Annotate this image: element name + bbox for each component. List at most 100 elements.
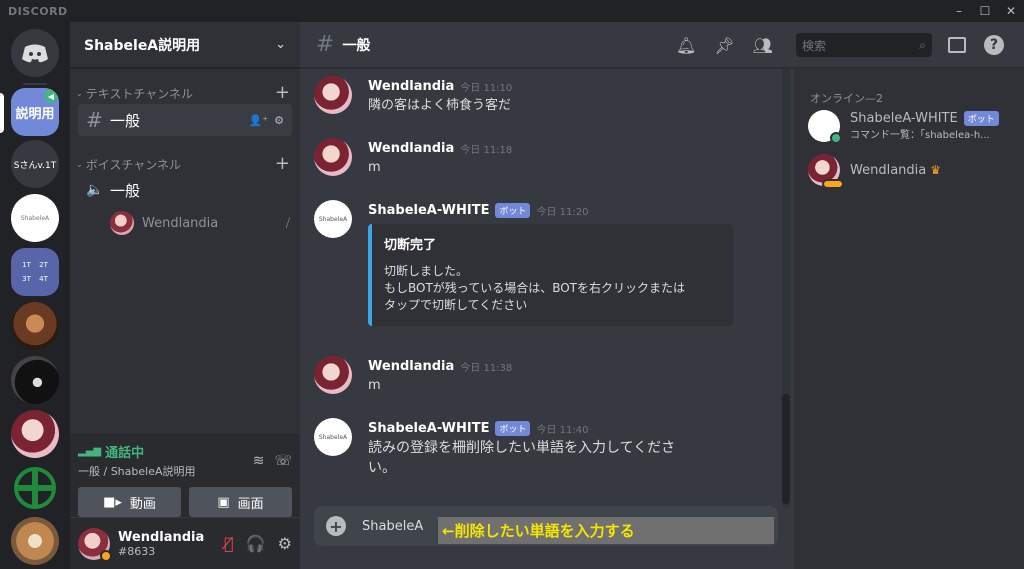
scrollbar[interactable] [782,68,790,508]
bell-icon[interactable]: 🔔︎ [676,36,696,55]
signal-icon: ▂▄▆ [78,446,102,457]
member-name: ShabeleA-WHITE [850,111,958,126]
message-author[interactable]: Wendlandia [368,141,454,156]
embed-title: 切断完了 [384,238,437,253]
server-lion[interactable] [11,302,59,350]
avatar[interactable] [314,356,352,394]
category-voice[interactable]: ⌄ ボイスチャンネル + [70,154,300,174]
help-icon[interactable]: ? [984,35,1004,55]
disconnect-icon[interactable]: ☏ [274,453,292,469]
add-channel-icon[interactable]: + [275,84,290,102]
category-text[interactable]: ⌄ テキストチャンネル + [70,83,300,103]
server-list: 説明用 ◀ Sさんv.1T ShabeleA 1T 2T 3T 4T [0,22,70,569]
scrollbar-thumb[interactable] [782,394,790,504]
avatar [110,211,134,235]
minimize-icon[interactable]: – [946,0,972,22]
embed: 切断完了 切断しました。 もしBOTが残っている場合は、BOTを右クリックまたは… [368,224,733,326]
voice-location: 一般 / ShabeleA説明用 [78,465,196,478]
gear-icon[interactable]: ⚙ [278,534,292,553]
avatar[interactable]: ShabeleA [314,200,352,238]
member-list: オンライン—2 ShabeleA-WHITE ボット コマンド一覧：「shabe… [794,68,1024,569]
message-input-value[interactable]: ShabeleA [362,519,423,534]
message-time: 今日 11:10 [460,82,513,94]
message[interactable]: Wendlandia 今日 11:18 m [314,138,764,182]
server-name: ShabeleA説明用 [84,37,201,54]
member-item[interactable]: ShabeleA-WHITE ボット コマンド一覧：「shabelea-h... [808,106,1018,146]
hash-icon: # [316,32,335,57]
embed-description: 切断しました。 もしBOTが残っている場合は、BOTを右クリックまたは タップで… [384,264,685,312]
message[interactable]: Wendlandia 今日 11:10 隣の客はよく柿食う客だ [314,76,764,120]
voice-user[interactable]: Wendlandia ⧸ [110,209,300,237]
avatar [808,154,844,189]
close-icon[interactable]: ✕ [998,0,1024,22]
inbox-icon[interactable] [948,37,966,53]
invite-icon[interactable]: 👤⁺ [249,114,269,127]
header-icons-right: ? [948,22,1004,68]
mic-muted-icon[interactable]: 🎙̸ [224,534,234,553]
members-icon[interactable]: 👥︎ [753,36,773,55]
server-separator [23,83,47,85]
voice-status-label: 通話中 [105,446,145,461]
channel-text-general[interactable]: # 一般 👤⁺ ⚙ [78,104,292,136]
avatar[interactable] [78,527,112,562]
pin-icon[interactable]: 📌︎ [714,36,734,55]
member-status: コマンド一覧：「shabelea-h... [850,130,990,141]
gear-icon[interactable]: ⚙ [274,114,284,127]
channel-title: 一般 [342,37,371,54]
server-green[interactable] [11,464,59,512]
message-time: 今日 11:40 [536,424,589,436]
headphones-icon[interactable]: 🎧 [246,534,266,553]
server-header[interactable]: ShabeleA説明用 ⌄ [70,22,300,68]
message[interactable]: Wendlandia 今日 11:38 m [314,356,764,400]
server-s-san[interactable]: Sさんv.1T [11,140,59,188]
online-status-icon [830,132,842,144]
message[interactable]: ShabeleA ShabeleA-WHITE ボット 今日 11:20 切断完了 … [314,200,764,340]
hash-icon: # [86,108,103,132]
message-time: 今日 11:38 [460,362,513,374]
camera-icon: ■▸ [103,494,122,510]
voice-user-name: Wendlandia [142,215,219,231]
chat-area: # 一般 Wendlandia 今日 11:10 隣の客はよく柿食う客だ Wend… [300,22,794,569]
avatar[interactable]: ShabeleA [314,418,352,456]
server-shabelea[interactable]: 説明用 ◀ [11,88,59,136]
server-shabelea-white[interactable]: ShabeleA [11,194,59,242]
avatar [808,110,842,144]
activity-icon [822,179,844,189]
screen-share-button[interactable]: ▣ 画面 [189,487,292,517]
user-name: Wendlandia [118,529,205,545]
channel-voice-general[interactable]: 🔈 一般 [78,174,292,206]
header-icons: 🔔︎ 📌︎ 👥︎ [676,22,773,68]
channel-sidebar: ShabeleA説明用 ⌄ ⌄ テキストチャンネル + # 一般 👤⁺ ⚙ ⌄ ボイ… [70,22,300,569]
member-item[interactable]: Wendlandia ♛ [808,150,1018,190]
crown-icon: ♛ [930,163,941,177]
server-wendlandia[interactable] [11,410,59,458]
message-author[interactable]: ShabeleA-WHITE [368,421,489,436]
voice-status[interactable]: ▂▄▆ 通話中 [78,442,196,461]
noise-suppression-icon[interactable]: ≋ [253,453,265,469]
screen-icon: ▣ [217,494,230,510]
avatar[interactable] [314,138,352,176]
server-dog[interactable] [11,517,59,565]
message-author[interactable]: ShabeleA-WHITE [368,203,489,218]
add-channel-icon[interactable]: + [275,155,290,173]
message-text: m [368,160,381,175]
speaker-icon: 🔈 [86,182,104,198]
server-folder[interactable]: 1T 2T 3T 4T [11,248,59,296]
voice-connection-panel: ▂▄▆ 通話中 一般 / ShabeleA説明用 ≋ ☏ ■▸ 動画 ▣ 画面 [70,434,300,518]
message[interactable]: ShabeleA ShabeleA-WHITE ボット 今日 11:40 読みの登録… [314,418,764,484]
message-time: 今日 11:20 [536,206,589,218]
server-label: Sさんv.1T [13,160,57,171]
server-dark[interactable] [11,356,59,404]
video-button[interactable]: ■▸ 動画 [78,487,181,517]
chevron-down-icon[interactable]: ⌄ [275,37,286,52]
message-author[interactable]: Wendlandia [368,79,454,94]
message-time: 今日 11:18 [460,144,513,156]
search-input[interactable]: 検索 ⌕ [796,33,932,57]
message-text: 読みの登録を柵削除したい単語を入力してくださ い。 [368,440,676,476]
add-attachment-icon[interactable]: + [326,516,346,536]
avatar[interactable] [314,76,352,114]
discord-home-icon[interactable] [11,29,59,77]
maximize-icon[interactable]: ☐ [972,0,998,22]
message-author[interactable]: Wendlandia [368,359,454,374]
window-controls: – ☐ ✕ [946,0,1024,22]
